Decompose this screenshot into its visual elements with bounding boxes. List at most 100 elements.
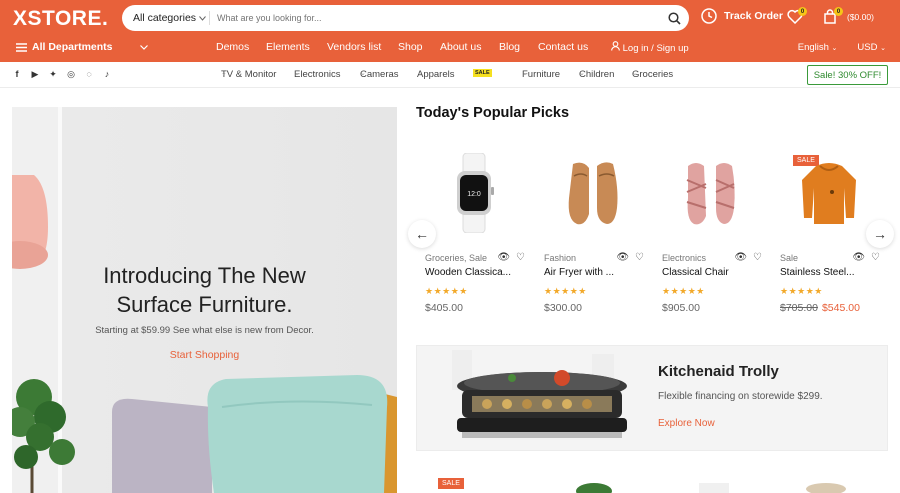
category-label: TV & Monitor bbox=[221, 69, 277, 80]
vase-image bbox=[699, 483, 729, 493]
wishlist-button[interactable]: 0 bbox=[787, 7, 807, 27]
search-button[interactable] bbox=[659, 11, 689, 25]
all-departments-button[interactable]: All Departments bbox=[16, 41, 148, 53]
chevron-down-icon: ⌄ bbox=[632, 70, 638, 77]
hero-subtitle: Starting at $59.99 See what else is new … bbox=[95, 325, 314, 336]
hero-cta-link[interactable]: Start Shopping bbox=[12, 349, 397, 361]
language-label: English bbox=[797, 42, 829, 53]
wishlist-heart-icon[interactable]: ♡ bbox=[871, 252, 880, 263]
nav-link-shop[interactable]: Shop bbox=[398, 41, 440, 54]
hero-banner: Introducing The New Surface Furniture. S… bbox=[12, 107, 397, 493]
wishlist-count-badge: 0 bbox=[798, 7, 807, 16]
chevron-down-icon bbox=[199, 15, 206, 21]
main-nav: All Departments Demos Elements Vendors l… bbox=[0, 40, 900, 56]
product-sale-price: $545.00 bbox=[821, 302, 860, 314]
facebook-icon[interactable]: f bbox=[12, 69, 22, 80]
product-old-price: $705.00 bbox=[780, 302, 818, 314]
youtube-icon[interactable]: ▶ bbox=[30, 69, 40, 80]
chevron-down-icon: ⌄ bbox=[880, 45, 886, 52]
hero-title-line: Surface Furniture. bbox=[116, 292, 293, 317]
category-bar: f ▶ ✦ ◎ ◌ ♪ TV & Monitor ⌄ Electronics ⌄… bbox=[0, 62, 900, 88]
clock-icon bbox=[701, 8, 717, 24]
quick-view-icon[interactable]: 👁︎ bbox=[852, 252, 865, 263]
nav-link-elements[interactable]: Elements bbox=[266, 41, 327, 54]
login-label: Log in / Sign up bbox=[622, 43, 689, 54]
login-link[interactable]: Log in / Sign up bbox=[611, 41, 689, 54]
track-order-label: Track Order bbox=[724, 10, 783, 22]
all-departments-label: All Departments bbox=[32, 41, 113, 53]
arrow-left-icon: ← bbox=[415, 226, 429, 242]
product-name[interactable]: Air Fryer with ... bbox=[544, 267, 614, 278]
product-name[interactable]: Stainless Steel... bbox=[780, 267, 854, 278]
currency-label: USD bbox=[857, 42, 878, 53]
promo-banner: Kitchenaid Trolly Flexible financing on … bbox=[416, 345, 888, 451]
currency-select[interactable]: USD ⌄ bbox=[857, 42, 886, 53]
cart-total: ($0.00) bbox=[847, 12, 874, 22]
nav-link-contact[interactable]: Contact us bbox=[538, 41, 611, 54]
cart-button[interactable]: 0 ($0.00) bbox=[823, 7, 883, 27]
product-card[interactable]: Electronics 👁︎ ♡ Classical Chair ★★★★★ $9… bbox=[653, 140, 768, 330]
header-bar: XSTORE. All categories Track Order 0 0 (… bbox=[0, 0, 900, 62]
product-category[interactable]: Electronics bbox=[662, 253, 706, 263]
search-icon bbox=[667, 11, 681, 25]
promo-cta-link[interactable]: Explore Now bbox=[658, 418, 715, 429]
twitter-icon[interactable]: ✦ bbox=[48, 69, 58, 80]
track-order-link[interactable]: Track Order bbox=[701, 8, 783, 24]
arrow-right-icon: → bbox=[873, 226, 887, 242]
product-rating-stars: ★★★★★ bbox=[780, 286, 823, 296]
whatsapp-icon[interactable]: ◌ bbox=[84, 69, 94, 80]
instagram-icon[interactable]: ◎ bbox=[66, 69, 76, 80]
social-links: f ▶ ✦ ◎ ◌ ♪ bbox=[12, 69, 112, 80]
section-title: Today's Popular Picks bbox=[416, 105, 570, 121]
carousel-prev-button[interactable]: ← bbox=[408, 220, 436, 248]
product-price: $705.00 $545.00 bbox=[780, 302, 860, 314]
hero-title-line: Introducing The New bbox=[103, 263, 306, 288]
nav-link-vendors[interactable]: Vendors list bbox=[327, 41, 398, 54]
user-icon bbox=[611, 41, 620, 51]
quick-view-icon[interactable]: 👁︎ bbox=[734, 252, 747, 263]
search-category-label: All categories bbox=[133, 12, 197, 24]
product-category[interactable]: Fashion bbox=[544, 253, 576, 263]
flats-shoes-image bbox=[568, 161, 617, 224]
sale-tag: SALE bbox=[473, 69, 492, 77]
nav-link-demos[interactable]: Demos bbox=[216, 41, 266, 54]
wishlist-heart-icon[interactable]: ♡ bbox=[753, 252, 762, 263]
product-row-bottom: SALE bbox=[416, 470, 900, 493]
chevron-down-icon bbox=[139, 44, 148, 50]
chevron-down-icon: ⌄ bbox=[221, 70, 227, 77]
site-logo[interactable]: XSTORE. bbox=[13, 7, 108, 31]
quick-view-icon[interactable]: 👁︎ bbox=[497, 252, 510, 263]
sale-promo-button[interactable]: Sale! 30% OFF! bbox=[807, 65, 888, 85]
product-price: $405.00 bbox=[425, 302, 463, 314]
product-card[interactable]: Fashion 👁︎ ♡ Air Fryer with ... ★★★★★ $30… bbox=[535, 140, 650, 330]
product-name[interactable]: Wooden Classica... bbox=[425, 267, 511, 278]
search-category-select[interactable]: All categories bbox=[122, 11, 210, 25]
chevron-down-icon: ⌄ bbox=[360, 70, 366, 77]
wishlist-heart-icon[interactable]: ♡ bbox=[635, 252, 644, 263]
product-category[interactable]: Groceries, Sale bbox=[425, 253, 487, 263]
search-bar: All categories bbox=[122, 5, 689, 31]
sale-badge: SALE bbox=[438, 478, 464, 489]
product-carousel: 12:0 Groceries, Sale 👁︎ ♡ Wooden Classica… bbox=[408, 140, 900, 330]
chevron-down-icon: ⌄ bbox=[294, 70, 300, 77]
svg-text:12:0: 12:0 bbox=[467, 191, 481, 198]
chevron-down-icon: ⌄ bbox=[579, 70, 585, 77]
language-select[interactable]: English ⌄ bbox=[798, 42, 838, 53]
nav-link-about[interactable]: About us bbox=[440, 41, 499, 54]
wishlist-heart-icon[interactable]: ♡ bbox=[516, 252, 525, 263]
tiktok-icon[interactable]: ♪ bbox=[102, 69, 112, 80]
chevron-down-icon: ⌄ bbox=[522, 70, 528, 77]
product-price: $905.00 bbox=[662, 302, 700, 314]
product-rating-stars: ★★★★★ bbox=[662, 286, 705, 296]
nav-link-blog[interactable]: Blog bbox=[499, 41, 538, 54]
promo-title: Kitchenaid Trolly bbox=[658, 363, 779, 380]
product-image[interactable] bbox=[535, 140, 650, 245]
carousel-next-button[interactable]: → bbox=[866, 220, 894, 248]
quick-view-icon[interactable]: 👁︎ bbox=[616, 252, 629, 263]
product-image[interactable] bbox=[653, 140, 768, 245]
grill-illustration bbox=[452, 350, 627, 438]
product-category[interactable]: Sale bbox=[780, 253, 798, 263]
product-rating-stars: ★★★★★ bbox=[544, 286, 587, 296]
product-name[interactable]: Classical Chair bbox=[662, 267, 729, 278]
search-input[interactable] bbox=[210, 13, 659, 23]
